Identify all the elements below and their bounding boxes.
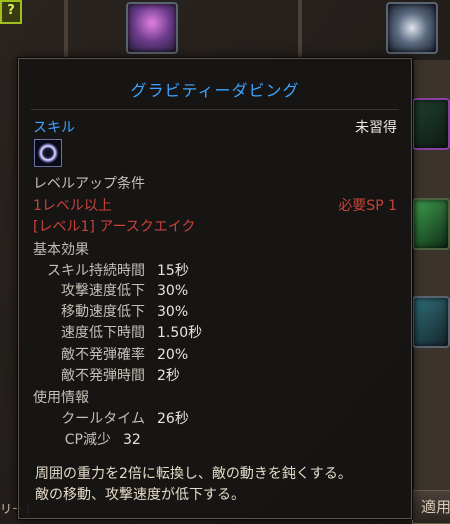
tree-level-tag: ? bbox=[0, 0, 22, 24]
title-divider bbox=[31, 109, 399, 110]
effect-value: 30% bbox=[157, 304, 189, 320]
effect-value: 1.50秒 bbox=[157, 325, 203, 341]
apply-button[interactable]: 適用 bbox=[412, 490, 450, 524]
usage-label: クールタイム bbox=[61, 411, 145, 427]
skill-tree-icon-right-2[interactable] bbox=[412, 198, 450, 250]
effect-value: 30% bbox=[157, 283, 189, 299]
effect-row: 敵不発弾確率 20% bbox=[33, 344, 188, 364]
skill-title: グラビティーダビング bbox=[130, 81, 300, 100]
requirement-level: 1レベル以上 bbox=[33, 198, 112, 214]
effect-row: 移動速度低下 30% bbox=[33, 301, 188, 321]
usage-header: 使用情報 bbox=[33, 390, 89, 406]
usage-label: CP減少 bbox=[64, 432, 111, 448]
effect-value: 15秒 bbox=[157, 263, 189, 279]
effect-row: 速度低下時間 1.50秒 bbox=[33, 322, 202, 342]
effect-row: 敵不発弾時間 2秒 bbox=[33, 365, 180, 385]
gravity-vortex-icon bbox=[34, 139, 62, 167]
effect-label: 移動速度低下 bbox=[61, 304, 145, 320]
required-sp: 必要SP 1 bbox=[338, 198, 397, 214]
skill-type-label: スキル bbox=[33, 120, 75, 136]
effect-label: 速度低下時間 bbox=[61, 325, 145, 341]
skill-tree-icon-right-3[interactable] bbox=[412, 296, 450, 348]
usage-row: クールタイム 26秒 bbox=[33, 408, 189, 428]
prerequisite-skill: [レベル1] アースクエイク bbox=[33, 219, 196, 235]
skill-tree-icon-top-center[interactable] bbox=[126, 2, 178, 54]
effect-value: 2秒 bbox=[157, 368, 180, 384]
usage-value: 32 bbox=[123, 432, 141, 448]
effect-value: 20% bbox=[157, 347, 189, 363]
usage-value: 26秒 bbox=[157, 411, 189, 427]
effect-label: スキル持続時間 bbox=[47, 263, 145, 279]
effect-row: 攻撃速度低下 30% bbox=[33, 280, 188, 300]
description-line: 敵の移動、攻撃速度が低下する。 bbox=[35, 487, 245, 503]
description-line: 周囲の重力を2倍に転換し、敵の動きを鈍くする。 bbox=[35, 466, 352, 482]
effect-row: スキル持続時間 15秒 bbox=[33, 260, 189, 280]
levelup-header: レベルアップ条件 bbox=[33, 176, 145, 192]
skill-tree-icon-top-right[interactable] bbox=[386, 2, 438, 54]
effect-label: 敵不発弾時間 bbox=[61, 368, 145, 384]
skill-tooltip: グラビティーダビング スキル 未習得 レベルアップ条件 1レベル以上 必要SP … bbox=[18, 58, 412, 519]
basic-effects-header: 基本効果 bbox=[33, 242, 89, 258]
skill-tree-icon-right-1[interactable] bbox=[412, 98, 450, 150]
effect-label: 敵不発弾確率 bbox=[61, 347, 145, 363]
effect-label: 攻撃速度低下 bbox=[61, 283, 145, 299]
usage-row: CP減少 32 bbox=[33, 429, 141, 449]
skill-description: 周囲の重力を2倍に転換し、敵の動きを鈍くする。 敵の移動、攻撃速度が低下する。 bbox=[35, 464, 405, 506]
learn-status: 未習得 bbox=[355, 120, 397, 136]
